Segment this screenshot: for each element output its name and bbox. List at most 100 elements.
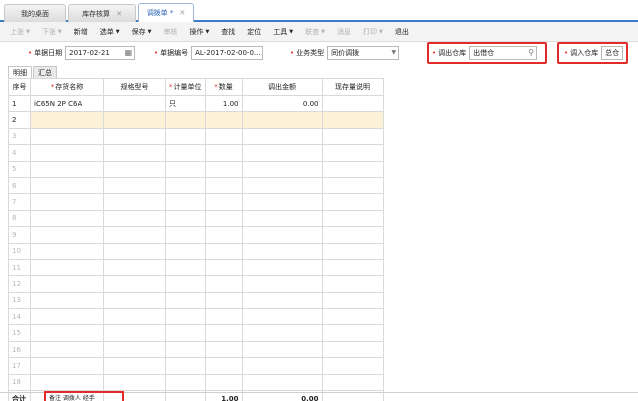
spec-cell[interactable]	[103, 258, 166, 277]
table-row[interactable]: 9	[8, 226, 384, 244]
spec-cell[interactable]	[103, 291, 166, 310]
item-name-cell[interactable]	[30, 127, 104, 146]
stock-note-cell[interactable]	[321, 308, 384, 326]
item-name-cell[interactable]	[30, 209, 104, 228]
qty-cell[interactable]: 1.00	[204, 94, 243, 113]
stock-note-cell[interactable]	[321, 258, 384, 277]
tab-summary[interactable]: 汇总	[33, 66, 57, 78]
table-row[interactable]: 3	[8, 127, 384, 146]
spec-cell[interactable]	[103, 160, 166, 178]
spec-cell[interactable]	[103, 193, 166, 211]
qty-cell[interactable]	[204, 111, 243, 129]
table-row[interactable]: 15	[8, 324, 384, 342]
amount-cell[interactable]	[241, 324, 323, 342]
stock-note-cell[interactable]	[321, 324, 384, 342]
spec-cell[interactable]	[103, 308, 166, 326]
stock-note-cell[interactable]	[321, 209, 384, 228]
audit-button[interactable]: 审核	[157, 24, 183, 40]
in-warehouse-input[interactable]: 总仓	[601, 46, 624, 60]
item-name-cell[interactable]	[30, 258, 104, 277]
spec-cell[interactable]	[103, 373, 166, 392]
table-row[interactable]: 18	[8, 373, 384, 392]
spec-cell[interactable]	[103, 209, 166, 228]
stock-note-cell[interactable]	[321, 193, 384, 211]
item-name-cell[interactable]	[30, 226, 104, 244]
unit-cell[interactable]	[165, 144, 206, 162]
unit-cell[interactable]	[165, 176, 206, 195]
amount-cell[interactable]	[241, 209, 323, 228]
qty-cell[interactable]	[204, 144, 243, 162]
amount-cell[interactable]	[241, 308, 323, 326]
unit-cell[interactable]	[165, 340, 206, 359]
item-name-cell[interactable]	[30, 340, 104, 359]
amount-cell[interactable]	[241, 291, 323, 310]
table-row[interactable]: 2	[8, 111, 384, 129]
amount-cell[interactable]	[241, 357, 323, 375]
unit-cell[interactable]	[165, 160, 206, 178]
qty-cell[interactable]	[204, 209, 243, 228]
unit-cell[interactable]	[165, 373, 206, 392]
close-icon[interactable]: ✕	[179, 9, 185, 17]
print-button[interactable]: 打印 ▼	[357, 24, 389, 40]
table-row[interactable]: 12	[8, 275, 384, 293]
amount-cell[interactable]	[241, 340, 323, 359]
spec-cell[interactable]	[103, 324, 166, 342]
col-header-amount[interactable]: 调出金额	[241, 78, 323, 96]
item-name-cell[interactable]	[30, 144, 104, 162]
qty-cell[interactable]	[204, 226, 243, 244]
item-name-cell[interactable]	[30, 357, 104, 375]
search-icon[interactable]: ⚲	[528, 48, 534, 57]
amount-cell[interactable]	[241, 373, 323, 392]
table-row[interactable]: 8	[8, 209, 384, 228]
item-name-cell[interactable]	[30, 308, 104, 326]
date-input[interactable]: 2017-02-21 ▦	[65, 46, 136, 60]
unit-cell[interactable]	[165, 111, 206, 129]
spec-cell[interactable]	[103, 242, 166, 260]
table-row[interactable]: 14	[8, 308, 384, 326]
unit-cell[interactable]: 只	[165, 94, 206, 113]
unit-cell[interactable]	[165, 324, 206, 342]
qty-cell[interactable]	[204, 127, 243, 146]
unit-cell[interactable]	[165, 308, 206, 326]
unit-cell[interactable]	[165, 357, 206, 375]
item-name-cell[interactable]	[30, 160, 104, 178]
col-header-no[interactable]: 序号	[8, 78, 31, 96]
amount-cell[interactable]	[241, 127, 323, 146]
stock-note-cell[interactable]	[321, 160, 384, 178]
spec-cell[interactable]	[103, 275, 166, 293]
table-row[interactable]: 4	[8, 144, 384, 162]
col-header-spec[interactable]: 规格型号	[103, 78, 166, 96]
tab-detail[interactable]: 明细	[8, 66, 32, 78]
table-row[interactable]: 7	[8, 193, 384, 211]
close-icon[interactable]: ✕	[116, 10, 122, 18]
qty-cell[interactable]	[204, 258, 243, 277]
new-button[interactable]: 新增	[68, 24, 94, 40]
amount-cell[interactable]	[241, 275, 323, 293]
spec-cell[interactable]	[103, 226, 166, 244]
unit-cell[interactable]	[165, 226, 206, 244]
out-warehouse-input[interactable]: 出借仓 ⚲	[469, 46, 538, 60]
qty-cell[interactable]	[204, 324, 243, 342]
stock-note-cell[interactable]	[321, 373, 384, 392]
spec-cell[interactable]	[103, 340, 166, 359]
tab-inventory-accounting[interactable]: 库存核算 ✕	[68, 4, 136, 22]
col-header-stock[interactable]: 现存量说明	[321, 78, 384, 96]
table-row[interactable]: 6	[8, 176, 384, 195]
unit-cell[interactable]	[165, 242, 206, 260]
item-name-cell[interactable]	[30, 275, 104, 293]
col-header-unit[interactable]: *计量单位	[165, 78, 206, 96]
amount-cell[interactable]	[241, 258, 323, 277]
locate-button[interactable]: 定位	[241, 24, 267, 40]
amount-cell[interactable]	[241, 144, 323, 162]
amount-cell[interactable]: 0.00	[241, 94, 323, 113]
item-name-cell[interactable]: iC65N 2P C6A	[30, 94, 104, 113]
exit-button[interactable]: 退出	[389, 24, 415, 40]
spec-cell[interactable]	[103, 94, 166, 113]
unit-cell[interactable]	[165, 291, 206, 310]
message-button[interactable]: 消息	[331, 24, 357, 40]
prev-button[interactable]: 上张 ▼	[4, 24, 36, 40]
amount-cell[interactable]	[241, 176, 323, 195]
amount-cell[interactable]	[241, 111, 323, 129]
table-row[interactable]: 17	[8, 357, 384, 375]
save-button[interactable]: 保存 ▼	[126, 24, 158, 40]
